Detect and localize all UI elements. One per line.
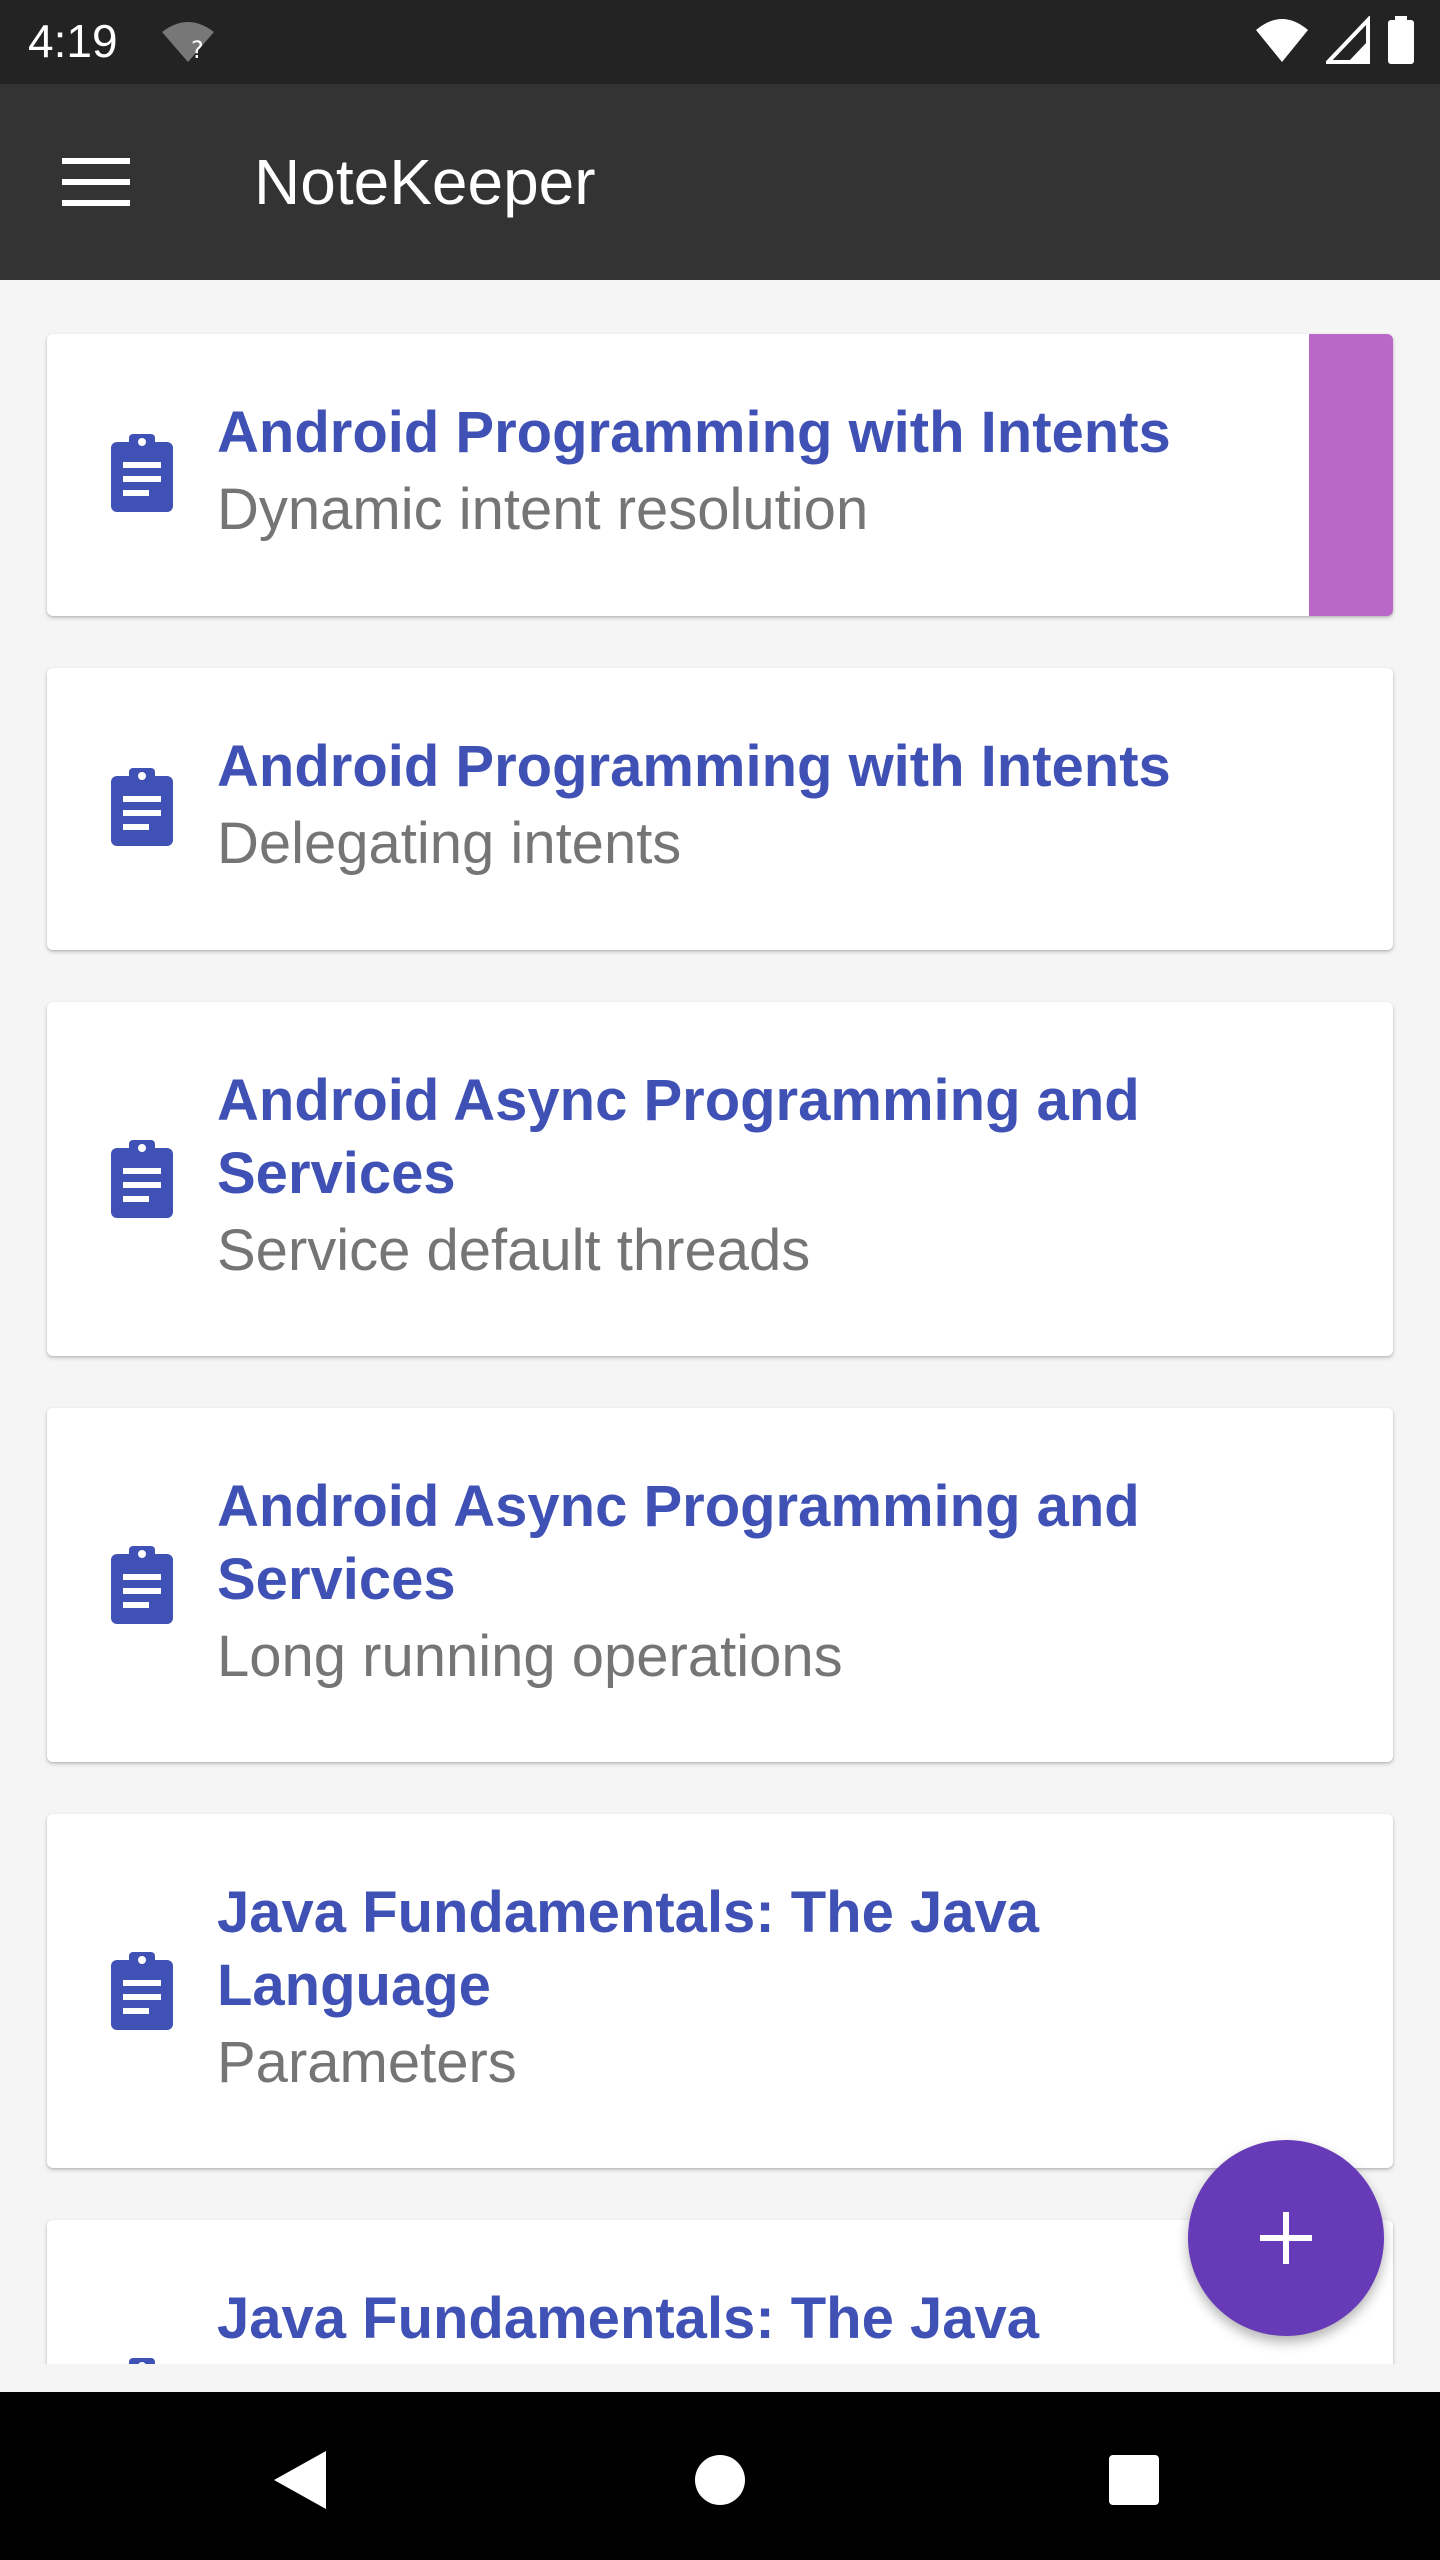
note-title: Dynamic intent resolution: [217, 477, 869, 542]
add-note-button[interactable]: [1188, 2140, 1384, 2336]
note-course-title: Android Async Programming and Services: [217, 1474, 1140, 1612]
note-title: Service default threads: [217, 1218, 811, 1283]
note-course-title: Android Async Programming and Services: [217, 1068, 1140, 1206]
note-card[interactable]: Android Programming with Intents Dynamic…: [47, 334, 1393, 616]
menu-button[interactable]: [56, 146, 140, 218]
notes-list[interactable]: Android Programming with Intents Dynamic…: [0, 280, 1440, 2364]
note-course-title: Android Programming with Intents: [217, 734, 1171, 799]
wifi-icon: [1254, 16, 1310, 69]
plus-icon: [1260, 2212, 1312, 2264]
note-title: Long running operations: [217, 1624, 843, 1689]
note-card[interactable]: Android Async Programming and Services S…: [47, 1002, 1393, 1356]
app-bar: NoteKeeper: [0, 84, 1440, 280]
signal-icon: [1323, 15, 1370, 69]
status-icons: [1254, 15, 1416, 69]
recents-button[interactable]: [1084, 2430, 1184, 2530]
clipboard-icon: [109, 1140, 175, 1220]
svg-text:?: ?: [191, 36, 204, 64]
clipboard-icon: [109, 1546, 175, 1626]
note-card[interactable]: Java Fundamentals: The Java Language Par…: [47, 1814, 1393, 2168]
system-nav-bar: [0, 2392, 1440, 2560]
clipboard-icon: [109, 434, 175, 514]
status-bar: 4:19 ?: [0, 0, 1440, 84]
clipboard-icon: [109, 768, 175, 848]
battery-icon: [1386, 16, 1416, 69]
status-time: 4:19: [28, 15, 118, 67]
note-course-title: Java Fundamentals: The Java: [217, 2286, 1039, 2351]
home-circle-icon: [695, 2455, 745, 2505]
note-course-title: Android Programming with Intents: [217, 400, 1171, 465]
clipboard-icon: [109, 2358, 175, 2364]
note-card[interactable]: Android Programming with Intents Delegat…: [47, 668, 1393, 950]
clipboard-icon: [109, 1952, 175, 2032]
recents-square-icon: [1109, 2455, 1159, 2505]
menu-icon: [62, 158, 130, 206]
note-course-title: Java Fundamentals: The Java Language: [217, 1880, 1039, 2018]
wifi-unknown-icon: ?: [160, 20, 216, 69]
back-triangle-icon: [274, 2451, 326, 2509]
back-button[interactable]: [250, 2430, 350, 2530]
app-title: NoteKeeper: [254, 146, 596, 218]
note-title: Parameters: [217, 2030, 517, 2095]
selection-highlight: [1309, 334, 1393, 616]
note-title: Delegating intents: [217, 811, 682, 876]
note-card[interactable]: Android Async Programming and Services L…: [47, 1408, 1393, 1762]
home-button[interactable]: [670, 2430, 770, 2530]
